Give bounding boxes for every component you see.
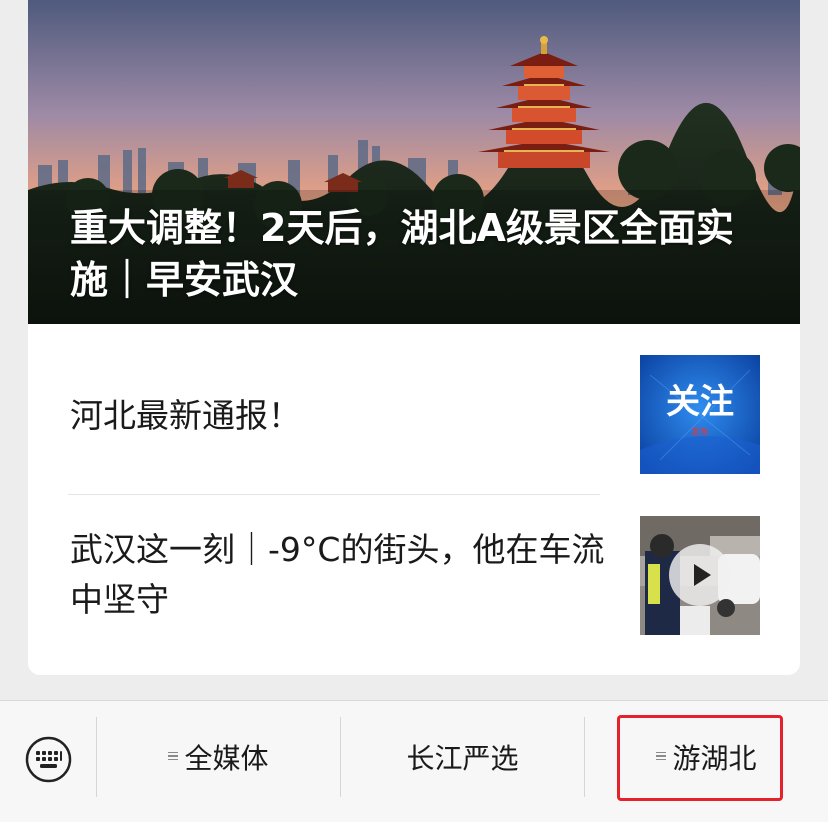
menu-item-changjiang-yanxuan[interactable]: 长江严选: [341, 717, 584, 797]
article-title: 河北最新通报！: [70, 396, 301, 435]
menu-item-quanmeiti[interactable]: 全媒体: [97, 717, 340, 797]
article-title: 武汉这一刻｜-9°C的街头，他在车流中坚守: [70, 530, 605, 619]
video-thumbnail: [640, 516, 760, 635]
hero-title: 重大调整！2天后，湖北A级景区全面实施｜早安武汉: [70, 206, 734, 302]
thumbnail-text: 关注: [666, 382, 734, 422]
keyboard-icon[interactable]: [25, 736, 72, 783]
menu-item-label: 长江严选: [406, 742, 519, 775]
menu-item-you-hubei[interactable]: 游湖北: [585, 717, 828, 797]
article-thumbnail: 关注 发布: [640, 355, 760, 474]
menu-item-label: 游湖北: [672, 742, 757, 775]
hero-article[interactable]: 重大调整！2天后，湖北A级景区全面实施｜早安武汉: [28, 0, 800, 324]
play-icon[interactable]: [669, 544, 731, 606]
article-item[interactable]: 武汉这一刻｜-9°C的街头，他在车流中坚守: [28, 495, 800, 655]
submenu-icon: [168, 750, 179, 763]
submenu-icon: [656, 750, 667, 763]
article-card: 重大调整！2天后，湖北A级景区全面实施｜早安武汉 河北最新通报！ 关注 发布 武…: [28, 0, 800, 675]
menu-item-label: 全媒体: [184, 742, 269, 775]
thumbnail-subtext: 发布: [691, 426, 709, 438]
article-item[interactable]: 河北最新通报！ 关注 发布: [28, 324, 800, 494]
bottom-menu-bar: 全媒体 长江严选 游湖北: [0, 700, 828, 822]
